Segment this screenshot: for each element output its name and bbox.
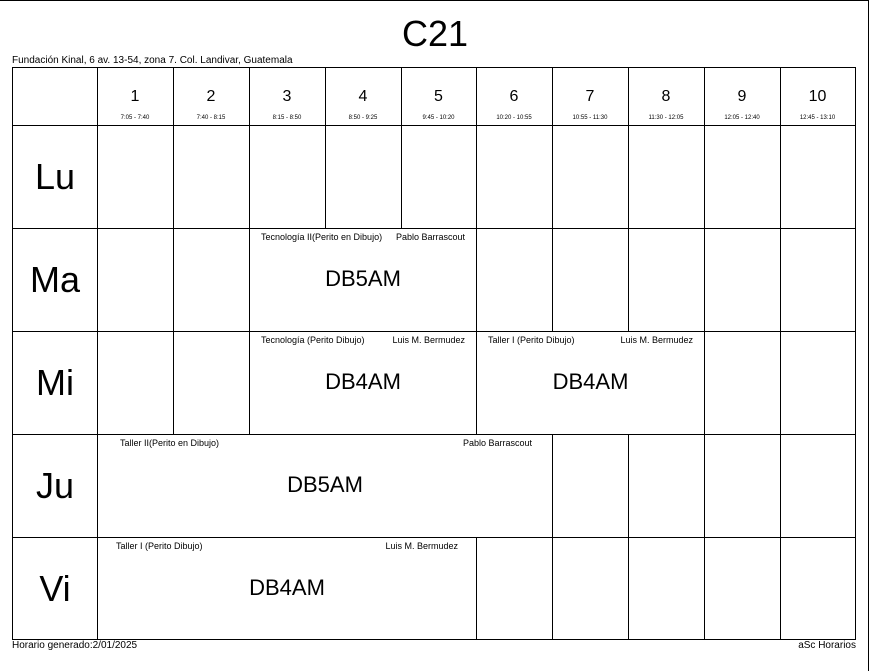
period-header: 9 12:05 - 12:40 [704, 68, 780, 125]
period-header: 3 8:15 - 8:50 [249, 68, 325, 125]
day-label-ju: Ju [35, 465, 75, 506]
lesson-subject: Tecnología II(Perito en Dibujo) [261, 232, 383, 242]
generated-date: Horario generado:2/01/2025 [12, 640, 138, 651]
period-header: 8 11:30 - 12:05 [628, 68, 704, 125]
period-time: 10:20 - 10:55 [496, 115, 532, 121]
period-time: 8:50 - 9:25 [348, 115, 378, 121]
day-label-ma: Ma [29, 259, 80, 300]
lesson-group: DB5AM [287, 472, 363, 497]
lesson-teacher: Luis M. Bermudez [385, 541, 458, 551]
page-title: C21 [401, 13, 469, 54]
period-number: 1 [130, 88, 140, 105]
period-number: 9 [737, 88, 747, 105]
period-time: 12:45 - 13:10 [799, 115, 836, 121]
header-divider [13, 125, 855, 126]
period-number: 6 [509, 88, 519, 105]
period-number: 7 [585, 88, 595, 105]
day-label-mi: Mi [36, 362, 74, 403]
lesson-subject: Taller I (Perito Dibujo) [116, 541, 203, 551]
col-divider [704, 68, 705, 639]
period-number: 2 [206, 88, 216, 105]
period-header: 6 10:20 - 10:55 [476, 68, 552, 125]
period-number: 4 [358, 88, 368, 105]
lesson-teacher: Luis M. Bermudez [620, 335, 693, 345]
period-number: 5 [434, 88, 443, 105]
period-time: 9:45 - 10:20 [422, 115, 455, 121]
lesson-subject: Taller I (Perito Dibujo) [488, 335, 575, 345]
period-time: 10:55 - 11:30 [572, 115, 608, 121]
lesson-group: DB4AM [249, 575, 325, 600]
period-number: 8 [661, 88, 671, 105]
lesson-block: Taller I (Perito Dibujo) Luis M. Bermude… [477, 332, 704, 434]
lesson-group: DB4AM [552, 369, 629, 394]
timetable-grid: 1 7:05 - 7:40 2 7:40 - 8:15 3 8:15 - 8:5… [12, 67, 856, 640]
lesson-teacher: Pablo Barrascout [395, 232, 465, 242]
lesson-block: Taller II(Perito en Dibujo) Pablo Barras… [98, 435, 552, 537]
lesson-block: Taller I (Perito Dibujo) Luis M. Bermude… [98, 538, 476, 639]
lesson-teacher: Pablo Barrascout [462, 438, 532, 448]
col-divider [780, 68, 781, 639]
period-header: 5 9:45 - 10:20 [401, 68, 476, 125]
lesson-block: Tecnología II(Perito en Dibujo) Pablo Ba… [250, 229, 476, 331]
period-time: 7:05 - 7:40 [120, 115, 150, 121]
school-address: Fundación Kinal, 6 av. 13-54, zona 7. Co… [12, 55, 293, 66]
lesson-teacher: Luis M. Bermudez [392, 335, 465, 345]
period-time: 8:15 - 8:50 [272, 115, 302, 121]
period-number: 10 [808, 88, 827, 105]
period-header: 2 7:40 - 8:15 [173, 68, 249, 125]
period-header: 7 10:55 - 11:30 [552, 68, 628, 125]
lesson-block: Tecnología (Perito Dibujo) Luis M. Bermu… [250, 332, 476, 434]
period-time: 7:40 - 8:15 [196, 115, 226, 121]
brand-label: aSc Horarios [798, 640, 856, 651]
period-header: 10 12:45 - 13:10 [780, 68, 855, 125]
day-label-vi: Vi [39, 568, 71, 609]
period-header: 1 7:05 - 7:40 [97, 68, 173, 125]
lesson-group: DB5AM [325, 266, 401, 291]
period-time: 12:05 - 12:40 [724, 115, 760, 121]
period-number: 3 [282, 88, 292, 105]
lesson-subject: Tecnología (Perito Dibujo) [261, 335, 365, 345]
lesson-group: DB4AM [325, 369, 401, 394]
period-time: 11:30 - 12:05 [648, 115, 684, 121]
day-label-lu: Lu [34, 156, 76, 197]
lesson-subject: Taller II(Perito en Dibujo) [120, 438, 220, 448]
period-header: 4 8:50 - 9:25 [325, 68, 401, 125]
